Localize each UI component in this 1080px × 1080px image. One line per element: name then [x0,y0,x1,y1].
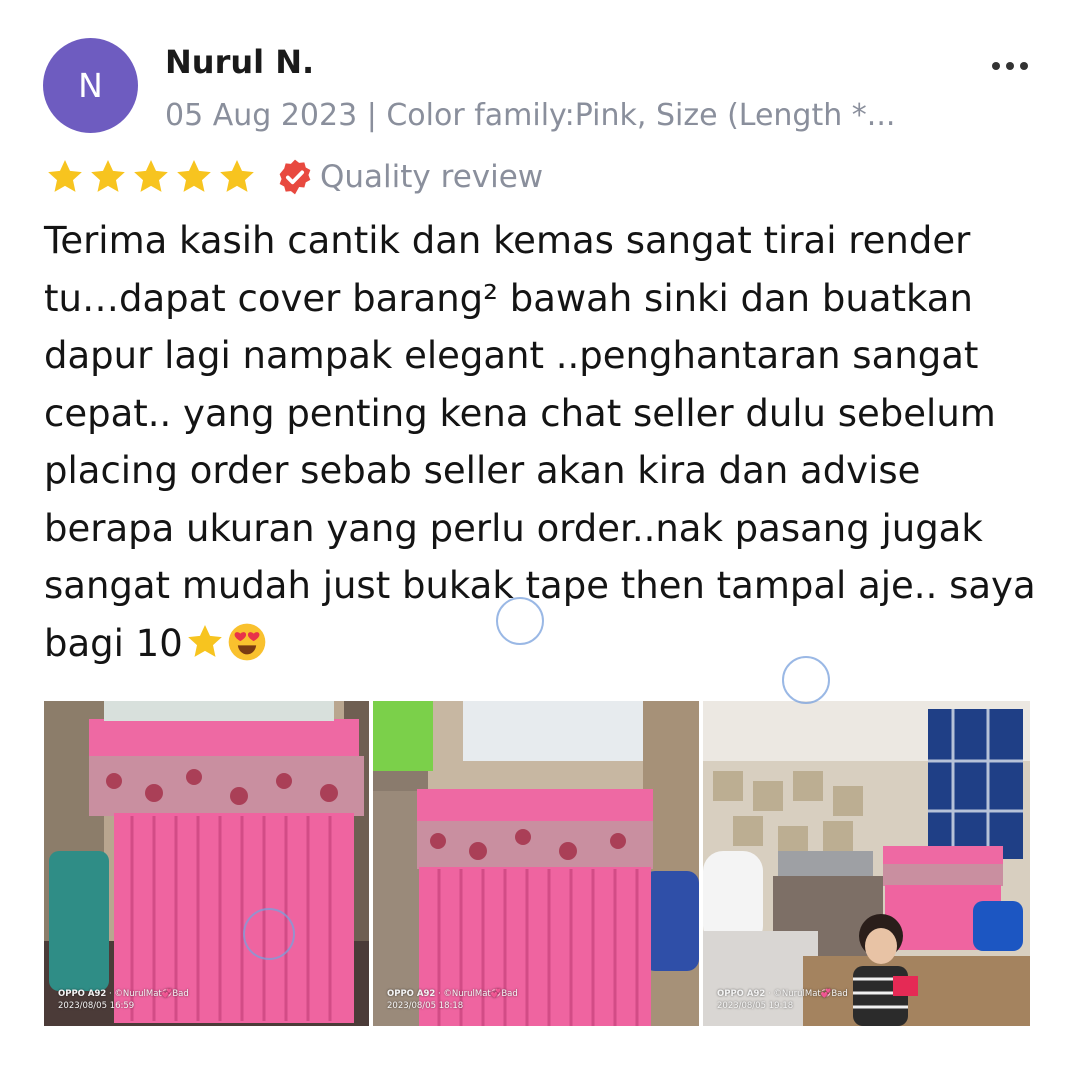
touch-indicator [782,656,830,704]
avatar-initial: N [78,66,103,105]
rating-row: Quality review [45,154,543,200]
verified-badge-icon [279,159,311,195]
review-photo-image [703,701,1030,1026]
star-icon [48,160,82,192]
photo-watermark: OPPO A92 · ©NurulMat💞Bad 2023/08/05 16:59 [58,989,189,1011]
avatar[interactable]: N [43,38,138,133]
review-meta: 05 Aug 2023 | Color family:Pink, Size (L… [165,98,896,133]
photo-watermark: OPPO A92 · ©NurulMat💞Bad 2023/08/05 18:18 [387,989,518,1011]
review-body: Terima kasih cantik dan kemas sangat tir… [44,219,1036,665]
review-photo-image [373,701,699,1026]
more-options-icon[interactable] [986,42,1034,90]
star-icon [91,160,125,192]
touch-indicator [243,908,295,960]
review-photo-1[interactable]: OPPO A92 · ©NurulMat💞Bad 2023/08/05 16:59 [44,701,369,1026]
reviewer-name[interactable]: Nurul N. [165,43,314,81]
star-icon [220,160,254,192]
star-emoji-icon [187,624,222,657]
photo-watermark: OPPO A92 · ©NurulMat💞Bad 2023/08/05 19:18 [717,989,848,1011]
star-icon [177,160,211,192]
review-photo-3[interactable]: OPPO A92 · ©NurulMat💞Bad 2023/08/05 19:18 [703,701,1030,1026]
star-icon [134,160,168,192]
heart-eyes-emoji-icon [228,623,266,660]
review-photo-2[interactable]: OPPO A92 · ©NurulMat💞Bad 2023/08/05 18:18 [373,701,699,1026]
quality-review-label: Quality review [320,159,544,195]
review-photo-image [44,701,369,1026]
touch-indicator [496,597,544,645]
review-text: Terima kasih cantik dan kemas sangat tir… [44,212,1044,672]
